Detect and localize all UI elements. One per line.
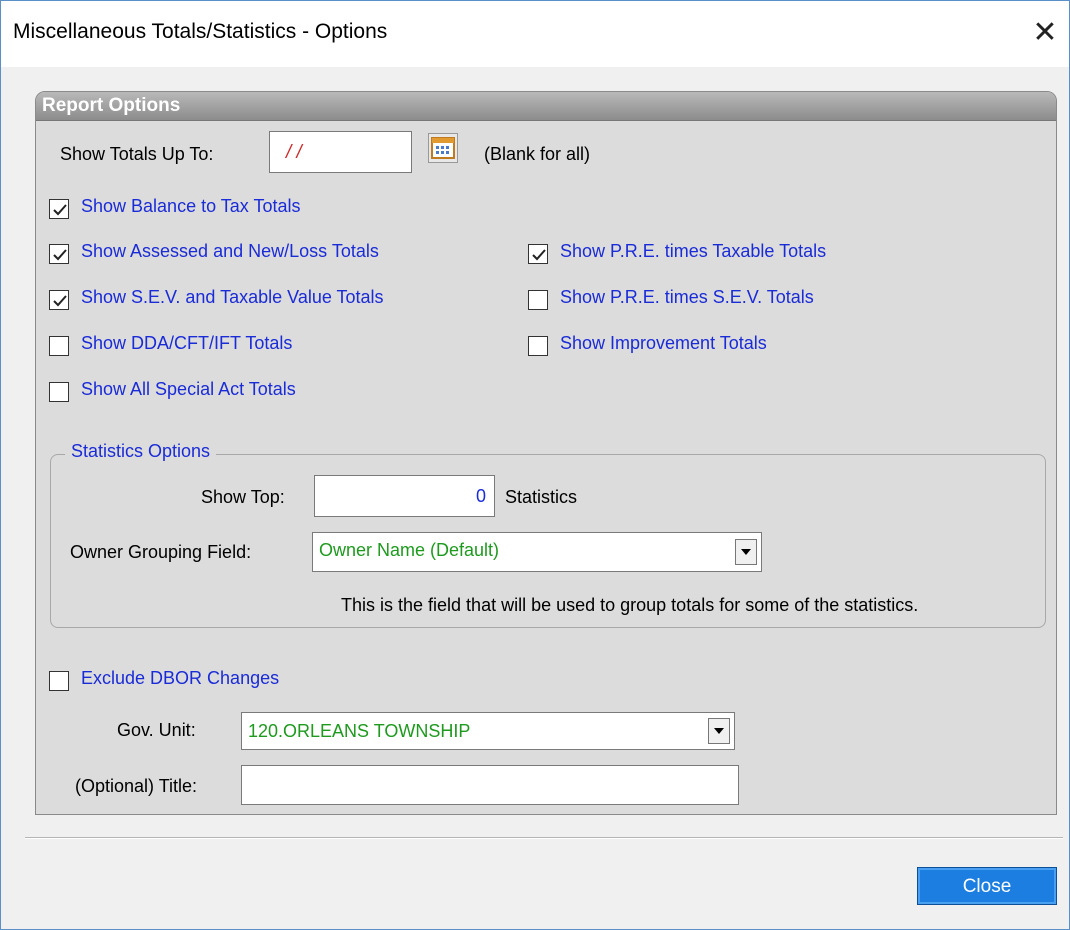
improvement-checkbox[interactable] xyxy=(528,336,548,356)
balance-to-tax-checkbox[interactable] xyxy=(49,199,69,219)
special-act-label[interactable]: Show All Special Act Totals xyxy=(81,379,296,400)
exclude-dbor-label[interactable]: Exclude DBOR Changes xyxy=(81,668,279,689)
pre-sev-label[interactable]: Show P.R.E. times S.E.V. Totals xyxy=(560,287,814,308)
owner-grouping-value: Owner Name (Default) xyxy=(319,540,500,560)
gov-unit-value: 120.ORLEANS TOWNSHIP xyxy=(248,721,471,741)
owner-grouping-label: Owner Grouping Field: xyxy=(70,542,252,562)
report-options-title: Report Options xyxy=(42,95,181,116)
dda-cft-ift-checkbox[interactable] xyxy=(49,336,69,356)
gov-unit-label: Gov. Unit: xyxy=(117,720,196,740)
window-close-icon[interactable]: ✕ xyxy=(1029,15,1061,51)
improvement-label[interactable]: Show Improvement Totals xyxy=(560,333,767,354)
pre-sev-checkbox[interactable] xyxy=(528,290,548,310)
gov-unit-select[interactable]: 120.ORLEANS TOWNSHIP xyxy=(241,712,735,750)
calendar-icon[interactable] xyxy=(428,133,458,163)
sev-taxable-checkbox[interactable] xyxy=(49,290,69,310)
footer-separator xyxy=(25,837,1063,839)
balance-to-tax-label[interactable]: Show Balance to Tax Totals xyxy=(81,196,300,217)
statistics-options-title: Statistics Options xyxy=(65,441,217,462)
owner-grouping-select[interactable]: Owner Name (Default) xyxy=(312,532,762,572)
exclude-dbor-checkbox[interactable] xyxy=(49,671,69,691)
assessed-new-loss-label[interactable]: Show Assessed and New/Loss Totals xyxy=(81,241,379,262)
window-title: Miscellaneous Totals/Statistics - Option… xyxy=(13,20,388,43)
title-bar: Miscellaneous Totals/Statistics - Option… xyxy=(1,1,1069,67)
show-totals-date-input[interactable]: / / xyxy=(269,131,412,173)
show-top-value: 0 xyxy=(475,486,486,506)
special-act-checkbox[interactable] xyxy=(49,382,69,402)
blank-for-all-hint: (Blank for all) xyxy=(484,144,591,164)
close-button-label: Close xyxy=(962,876,1012,897)
dda-cft-ift-label[interactable]: Show DDA/CFT/IFT Totals xyxy=(81,333,292,354)
title-input[interactable] xyxy=(241,765,739,805)
options-dialog: Miscellaneous Totals/Statistics - Option… xyxy=(0,0,1070,930)
assessed-new-loss-checkbox[interactable] xyxy=(49,244,69,264)
report-options-header: Report Options xyxy=(36,92,1056,121)
show-totals-label: Show Totals Up To: xyxy=(60,144,214,164)
date-value: / / xyxy=(286,142,302,163)
show-top-input[interactable]: 0 xyxy=(314,475,495,517)
chevron-down-icon[interactable] xyxy=(708,718,730,744)
owner-grouping-hint: This is the field that will be used to g… xyxy=(341,595,919,615)
title-label: (Optional) Title: xyxy=(75,776,198,796)
pre-taxable-label[interactable]: Show P.R.E. times Taxable Totals xyxy=(560,241,826,262)
statistics-suffix: Statistics xyxy=(505,487,578,507)
show-top-label: Show Top: xyxy=(201,487,285,507)
sev-taxable-label[interactable]: Show S.E.V. and Taxable Value Totals xyxy=(81,287,384,308)
chevron-down-icon[interactable] xyxy=(735,539,757,565)
pre-taxable-checkbox[interactable] xyxy=(528,244,548,264)
close-button[interactable]: Close xyxy=(917,867,1057,905)
